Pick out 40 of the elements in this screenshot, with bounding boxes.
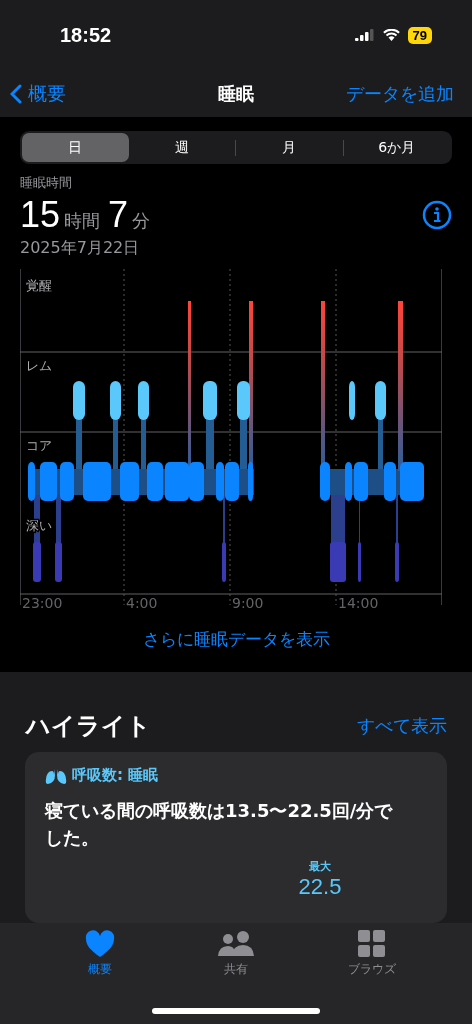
info-icon[interactable] [422, 200, 452, 230]
card-category: 呼吸数: 睡眠 [72, 766, 159, 785]
period-tab[interactable]: 日 [22, 133, 129, 162]
tab-bar-item[interactable]: 共有 [191, 929, 281, 981]
stage-label: レム [26, 358, 52, 373]
minutes-value: 7 [108, 194, 129, 236]
show-all-link[interactable]: すべて表示 [357, 714, 447, 738]
time-label: 9:00 [232, 595, 264, 611]
max-value: 22.5 [298, 874, 342, 900]
wifi-icon [382, 29, 400, 41]
minutes-unit: 分 [132, 209, 151, 233]
section-title: ハイライト [26, 711, 151, 742]
chevron-left-icon [10, 83, 22, 104]
date-label: 2025年7月22日 [20, 238, 141, 259]
metric-label: 睡眠時間 [20, 174, 73, 192]
time-label: 23:00 [22, 595, 63, 611]
period-tab[interactable]: 週 [128, 133, 235, 162]
stage-label: コア [26, 438, 52, 453]
page-title: 睡眠 [218, 82, 254, 104]
add-data-button[interactable]: データを追加 [346, 81, 454, 106]
time-label: 4:00 [126, 595, 158, 611]
card-text: 寝ている間の呼吸数は13.5〜22.5回/分でした。 [45, 799, 394, 850]
hours-value: 15 [20, 194, 61, 236]
tab-bar-item[interactable]: 概要 [55, 929, 145, 981]
hours-unit: 時間 [64, 209, 101, 233]
highlight-card[interactable]: 呼吸数: 睡眠 寝ている間の呼吸数は13.5〜22.5回/分でした。 最大 22.5 [25, 752, 447, 923]
status-time: 18:52 [60, 23, 112, 47]
max-label: 最大 [309, 859, 331, 874]
tab-bar-item[interactable]: ブラウズ [327, 929, 417, 981]
heart-icon [85, 930, 115, 958]
stage-label: 覚醒 [26, 278, 52, 293]
more-sleep-data-link[interactable]: さらに睡眠データを表示 [136, 627, 336, 652]
people-icon [216, 930, 256, 958]
battery-level: 79 [407, 26, 432, 44]
grid-icon [358, 930, 386, 958]
back-button[interactable]: 概要 [10, 80, 66, 107]
signal-icon [354, 29, 375, 41]
period-tab[interactable]: 月 [236, 133, 343, 162]
time-label: 14:00 [338, 595, 379, 611]
period-tab[interactable]: 6か月 [343, 133, 450, 162]
